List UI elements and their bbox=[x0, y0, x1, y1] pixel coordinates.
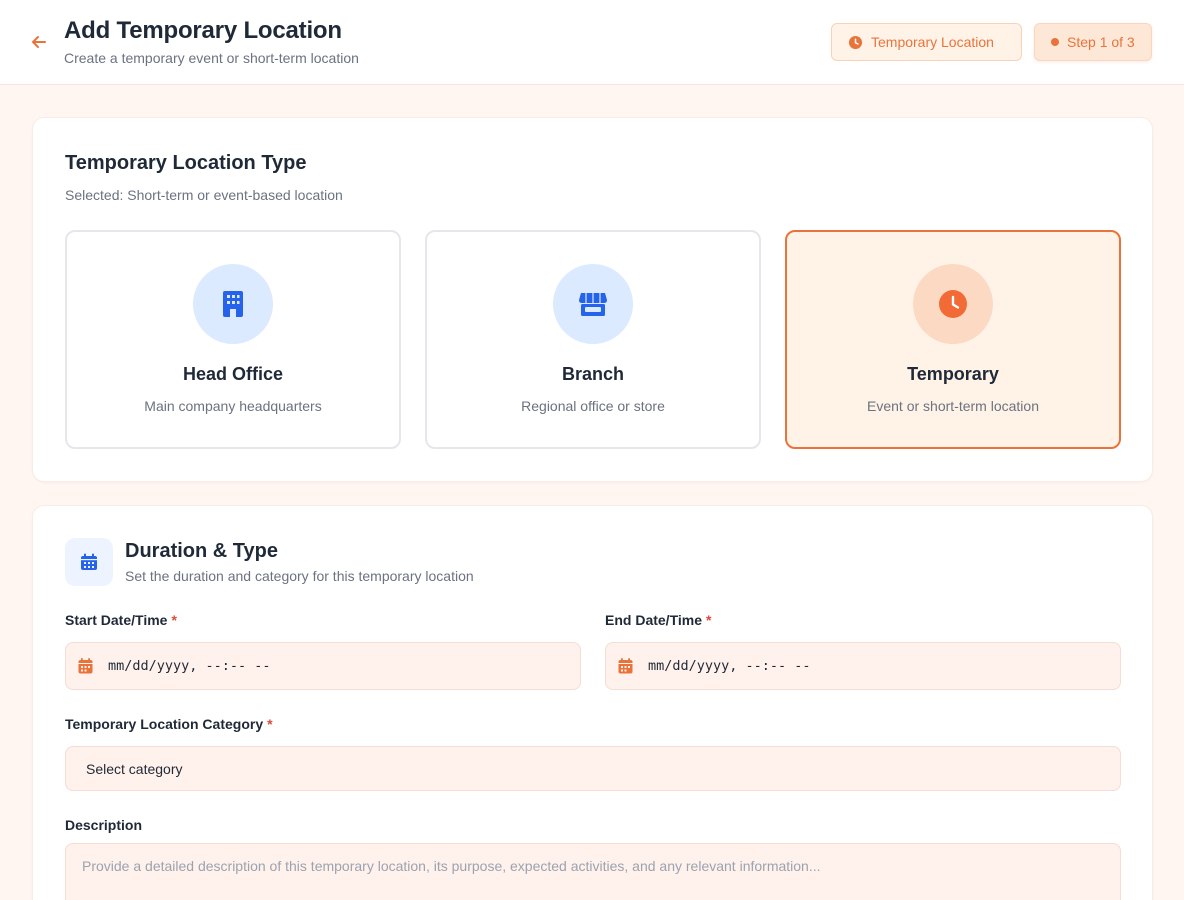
description-label: Description bbox=[65, 817, 143, 833]
option-description: Regional office or store bbox=[521, 398, 665, 414]
end-date-input[interactable]: mm/dd/yyyy, --:-- -- bbox=[605, 642, 1121, 690]
store-icon bbox=[579, 293, 607, 316]
calendar-icon bbox=[78, 658, 93, 674]
required-mark: * bbox=[267, 716, 273, 732]
building-icon bbox=[223, 291, 243, 317]
icon-circle bbox=[193, 264, 273, 344]
section-subtitle: Selected: Short-term or event-based loca… bbox=[65, 187, 343, 203]
arrow-left-icon bbox=[32, 36, 46, 48]
option-description: Main company headquarters bbox=[144, 398, 322, 414]
page-header: Add Temporary Location Create a temporar… bbox=[0, 0, 1184, 85]
section-title: Duration & Type bbox=[125, 540, 278, 562]
type-option-branch[interactable]: Branch Regional office or store bbox=[425, 230, 761, 449]
duration-card: Duration & Type Set the duration and cat… bbox=[32, 505, 1153, 900]
type-option-head-office[interactable]: Head Office Main company headquarters bbox=[65, 230, 401, 449]
option-description: Event or short-term location bbox=[867, 398, 1039, 414]
clock-icon bbox=[939, 290, 967, 318]
start-date-input[interactable]: mm/dd/yyyy, --:-- -- bbox=[65, 642, 581, 690]
option-name: Branch bbox=[561, 364, 624, 384]
start-date-value: mm/dd/yyyy, --:-- -- bbox=[108, 658, 271, 674]
label-text: Start Date/Time bbox=[65, 612, 168, 628]
required-mark: * bbox=[706, 612, 712, 628]
type-option-temporary[interactable]: Temporary Event or short-term location bbox=[785, 230, 1121, 449]
label-text: End Date/Time bbox=[605, 612, 702, 628]
back-button[interactable] bbox=[26, 29, 52, 55]
calendar-icon bbox=[81, 553, 97, 570]
section-icon bbox=[65, 538, 113, 586]
step-label: Step 1 of 3 bbox=[1067, 34, 1135, 50]
category-select[interactable]: Select category bbox=[65, 746, 1121, 791]
location-type-badge: Temporary Location bbox=[831, 23, 1022, 61]
status-dot-icon bbox=[1051, 38, 1059, 46]
category-selected-value: Select category bbox=[86, 760, 183, 777]
step-badge: Step 1 of 3 bbox=[1034, 23, 1152, 61]
required-mark: * bbox=[171, 612, 177, 628]
category-label: Temporary Location Category * bbox=[65, 716, 273, 732]
section-subtitle: Set the duration and category for this t… bbox=[125, 568, 474, 584]
badge-label: Temporary Location bbox=[871, 34, 994, 50]
option-name: Temporary bbox=[907, 364, 999, 384]
end-date-label: End Date/Time * bbox=[605, 612, 711, 628]
section-title: Temporary Location Type bbox=[65, 152, 307, 174]
end-date-value: mm/dd/yyyy, --:-- -- bbox=[648, 658, 811, 674]
description-textarea[interactable]: Provide a detailed description of this t… bbox=[65, 843, 1121, 900]
page-subtitle: Create a temporary event or short-term l… bbox=[64, 50, 359, 66]
icon-circle bbox=[553, 264, 633, 344]
calendar-icon bbox=[618, 658, 633, 674]
location-type-card: Temporary Location Type Selected: Short-… bbox=[32, 117, 1153, 482]
clock-icon bbox=[848, 35, 863, 49]
page-title: Add Temporary Location bbox=[64, 17, 342, 44]
description-placeholder: Provide a detailed description of this t… bbox=[82, 858, 821, 874]
option-name: Head Office bbox=[182, 364, 284, 384]
icon-circle bbox=[913, 264, 993, 344]
label-text: Temporary Location Category bbox=[65, 716, 264, 732]
start-date-label: Start Date/Time * bbox=[65, 612, 177, 628]
